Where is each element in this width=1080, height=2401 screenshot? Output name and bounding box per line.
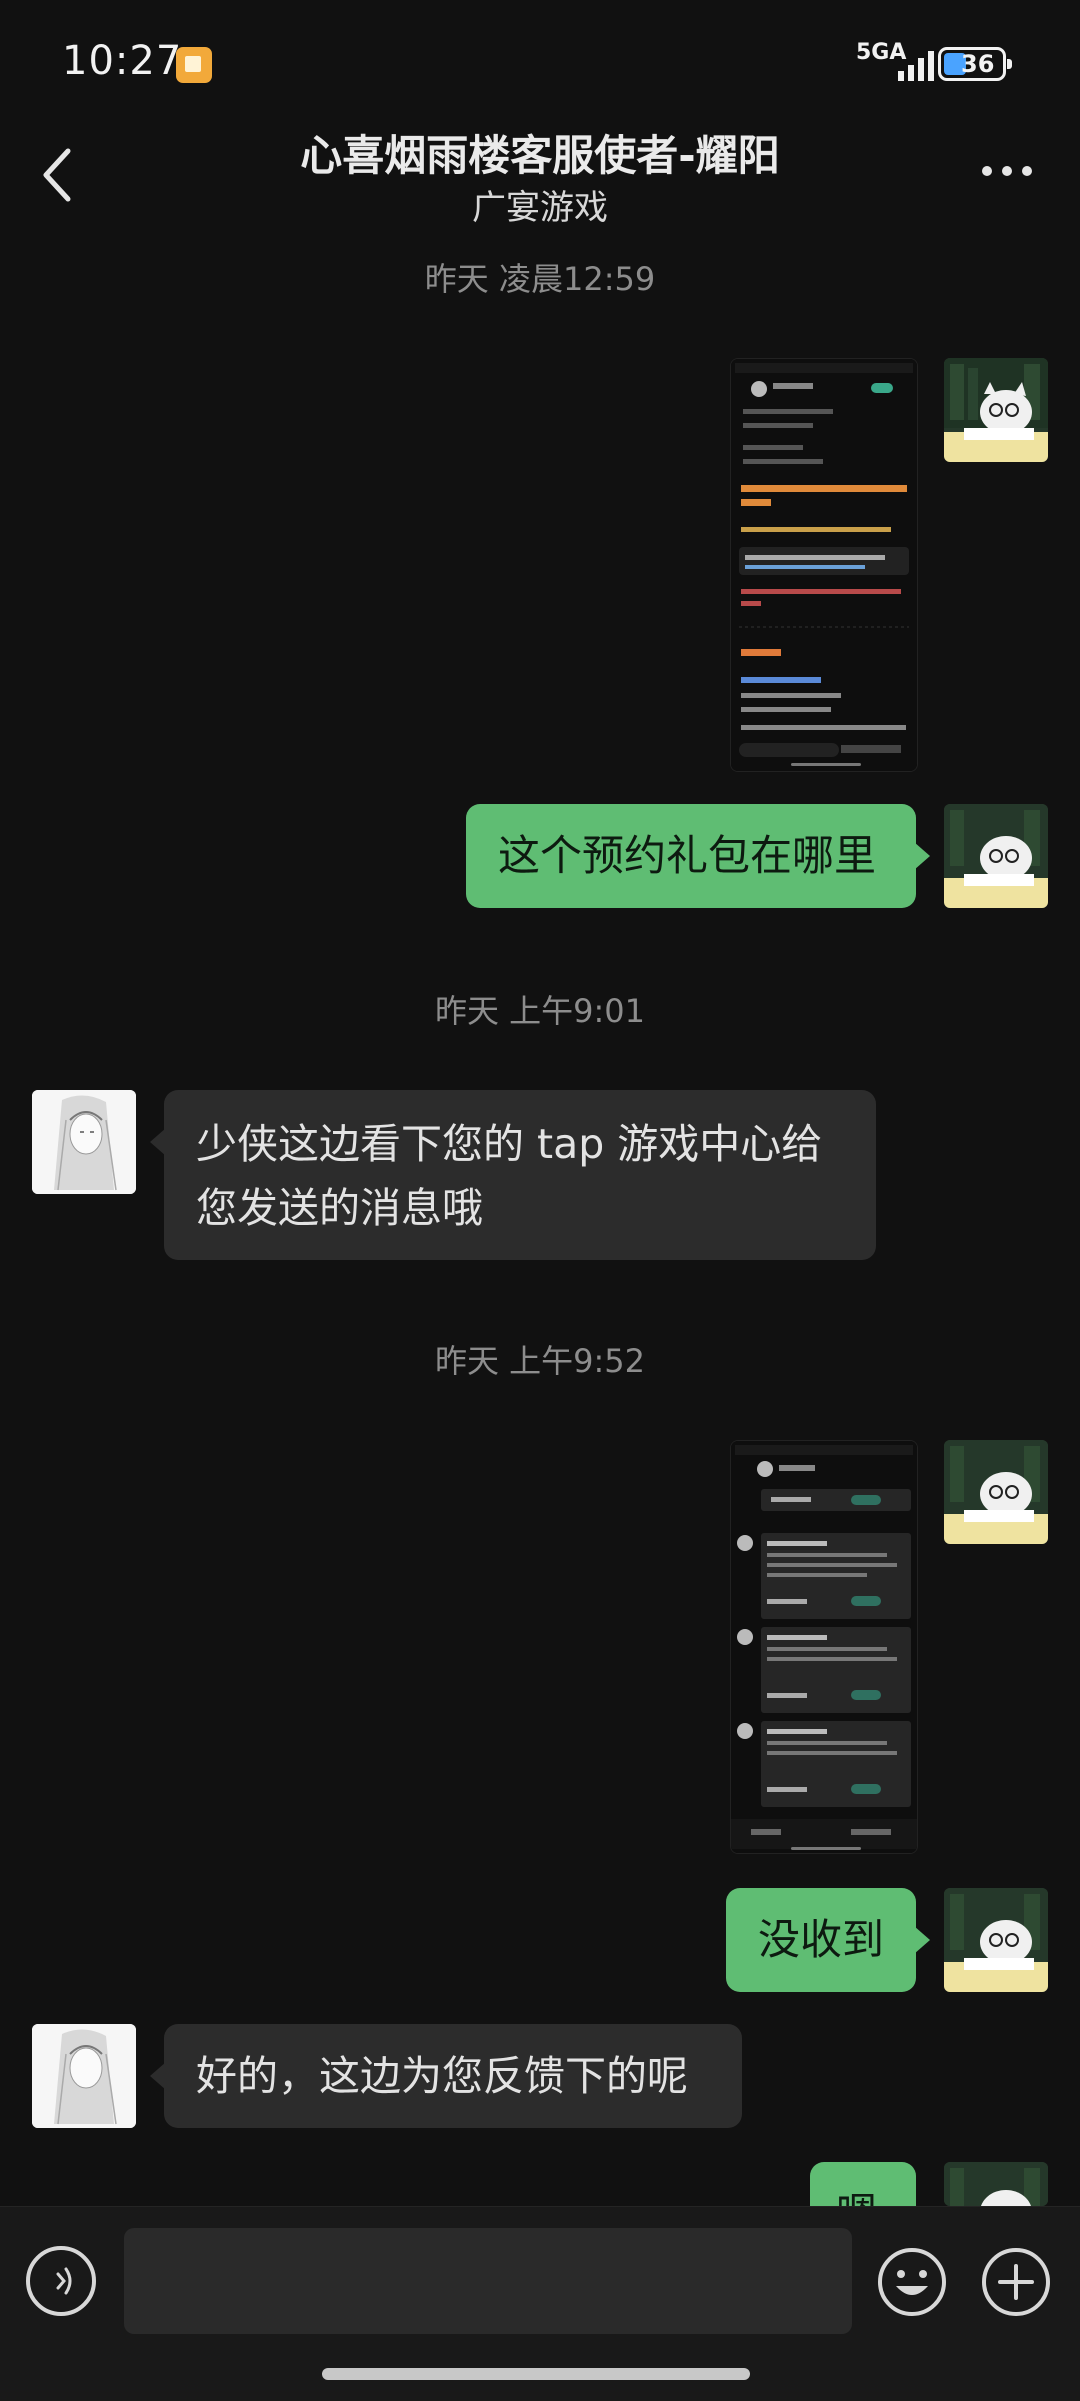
- my-avatar[interactable]: [944, 1888, 1048, 1992]
- home-indicator[interactable]: [322, 2368, 750, 2380]
- app-notification-icon: [176, 47, 212, 83]
- my-avatar[interactable]: [944, 1440, 1048, 1544]
- plus-icon[interactable]: [980, 2246, 1052, 2318]
- agent-message-bubble[interactable]: 少侠这边看下您的 tap 游戏中心给 您发送的消息哦: [150, 1090, 876, 1260]
- emoji-icon[interactable]: [876, 2246, 948, 2318]
- image-message[interactable]: [730, 1440, 918, 1854]
- my-avatar[interactable]: [944, 358, 1048, 462]
- timestamp: 昨天 凌晨12:59: [424, 260, 656, 298]
- my-avatar[interactable]: [944, 804, 1048, 908]
- voice-input-button[interactable]: [26, 2246, 96, 2316]
- my-avatar[interactable]: [944, 2162, 1048, 2206]
- battery-level: 36: [961, 50, 995, 78]
- agent-message-bubble[interactable]: 好的，这边为您反馈下的呢: [150, 2024, 742, 2128]
- my-message-bubble[interactable]: 没收到: [726, 1888, 930, 1992]
- image-message[interactable]: [730, 358, 918, 772]
- battery-icon: 36: [938, 47, 1012, 81]
- chat-subtitle: 广宴游戏: [472, 188, 608, 228]
- message-text-line: 少侠这边看下您的 tap 游戏中心给: [196, 1120, 823, 1168]
- timestamp: 昨天 上午9:01: [434, 992, 646, 1030]
- voice-icon: [56, 2267, 72, 2295]
- more-options-icon[interactable]: [978, 158, 1038, 184]
- agent-avatar[interactable]: [32, 1090, 136, 1194]
- agent-avatar[interactable]: [32, 2024, 136, 2128]
- status-time: 10:27: [62, 38, 183, 84]
- my-message-bubble[interactable]: 这个预约礼包在哪里: [466, 804, 930, 908]
- chat-title: 心喜烟雨楼客服使者-耀阳: [300, 131, 780, 180]
- timestamp: 昨天 上午9:52: [434, 1342, 646, 1380]
- message-input[interactable]: [124, 2228, 852, 2334]
- message-text-line: 您发送的消息哦: [196, 1184, 483, 1232]
- my-message-bubble[interactable]: 嗯: [810, 2162, 916, 2206]
